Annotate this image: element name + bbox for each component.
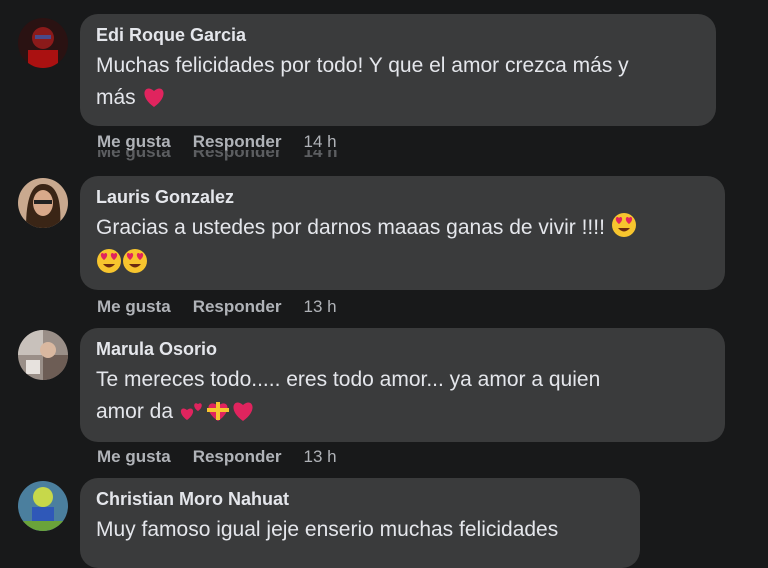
- comment-bubble: Lauris Gonzalez Gracias a ustedes por da…: [80, 176, 725, 290]
- comment-bubble: Marula Osorio Te mereces todo..... eres …: [80, 328, 725, 442]
- heart-gift-emoji: [205, 400, 231, 432]
- comment-actions: Me gusta Responder 13 h: [97, 297, 337, 317]
- reply-button[interactable]: Responder: [193, 132, 282, 152]
- reply-button[interactable]: Responder: [193, 297, 282, 317]
- heart-eyes-emoji: [122, 248, 148, 284]
- two-hearts-emoji: [179, 400, 205, 432]
- heart-emoji: [142, 86, 166, 118]
- heart-eyes-emoji: [611, 212, 637, 248]
- heart-emoji: [231, 400, 255, 432]
- comment-text-line: Muy famoso igual jeje enserio muchas fel…: [96, 518, 559, 541]
- comment-text: Gracias a ustedes por darnos maaas ganas…: [96, 212, 709, 284]
- comment-bubble: Christian Moro Nahuat Muy famoso igual j…: [80, 478, 640, 568]
- comment-text-line: amor da: [96, 396, 709, 432]
- comment-author[interactable]: Marula Osorio: [96, 338, 709, 360]
- comment-text-line: Gracias a ustedes por darnos maaas ganas…: [96, 212, 709, 248]
- avatar[interactable]: [18, 481, 68, 531]
- like-button[interactable]: Me gusta: [97, 132, 171, 152]
- comment-text-line: más: [96, 82, 700, 118]
- like-button[interactable]: Me gusta: [97, 297, 171, 317]
- avatar[interactable]: [18, 18, 68, 68]
- comment-text: Muy famoso igual jeje enserio muchas fel…: [96, 514, 624, 546]
- comment-actions: Me gusta Responder 13 h: [97, 447, 337, 467]
- comment-author[interactable]: Lauris Gonzalez: [96, 186, 709, 208]
- divider: Me gusta Responder 14 h: [97, 150, 338, 161]
- comment-actions: Me gusta Responder 14 h: [97, 132, 337, 152]
- comment-text: Te mereces todo..... eres todo amor... y…: [96, 364, 709, 432]
- timestamp[interactable]: 13 h: [303, 447, 336, 467]
- avatar[interactable]: [18, 178, 68, 228]
- avatar[interactable]: [18, 330, 68, 380]
- comment-author[interactable]: Christian Moro Nahuat: [96, 488, 624, 510]
- comment-text-line: [96, 248, 709, 284]
- comment-text-line: Muchas felicidades por todo! Y que el am…: [96, 54, 629, 77]
- like-button[interactable]: Me gusta: [97, 447, 171, 467]
- comment-text-line: Te mereces todo..... eres todo amor... y…: [96, 368, 601, 391]
- comment-text: Muchas felicidades por todo! Y que el am…: [96, 50, 700, 118]
- heart-eyes-emoji: [96, 248, 122, 284]
- timestamp[interactable]: 13 h: [303, 297, 336, 317]
- timestamp[interactable]: 14 h: [303, 132, 336, 152]
- comment-author[interactable]: Edi Roque Garcia: [96, 24, 700, 46]
- reply-button[interactable]: Responder: [193, 447, 282, 467]
- comment-bubble: Edi Roque Garcia Muchas felicidades por …: [80, 14, 716, 126]
